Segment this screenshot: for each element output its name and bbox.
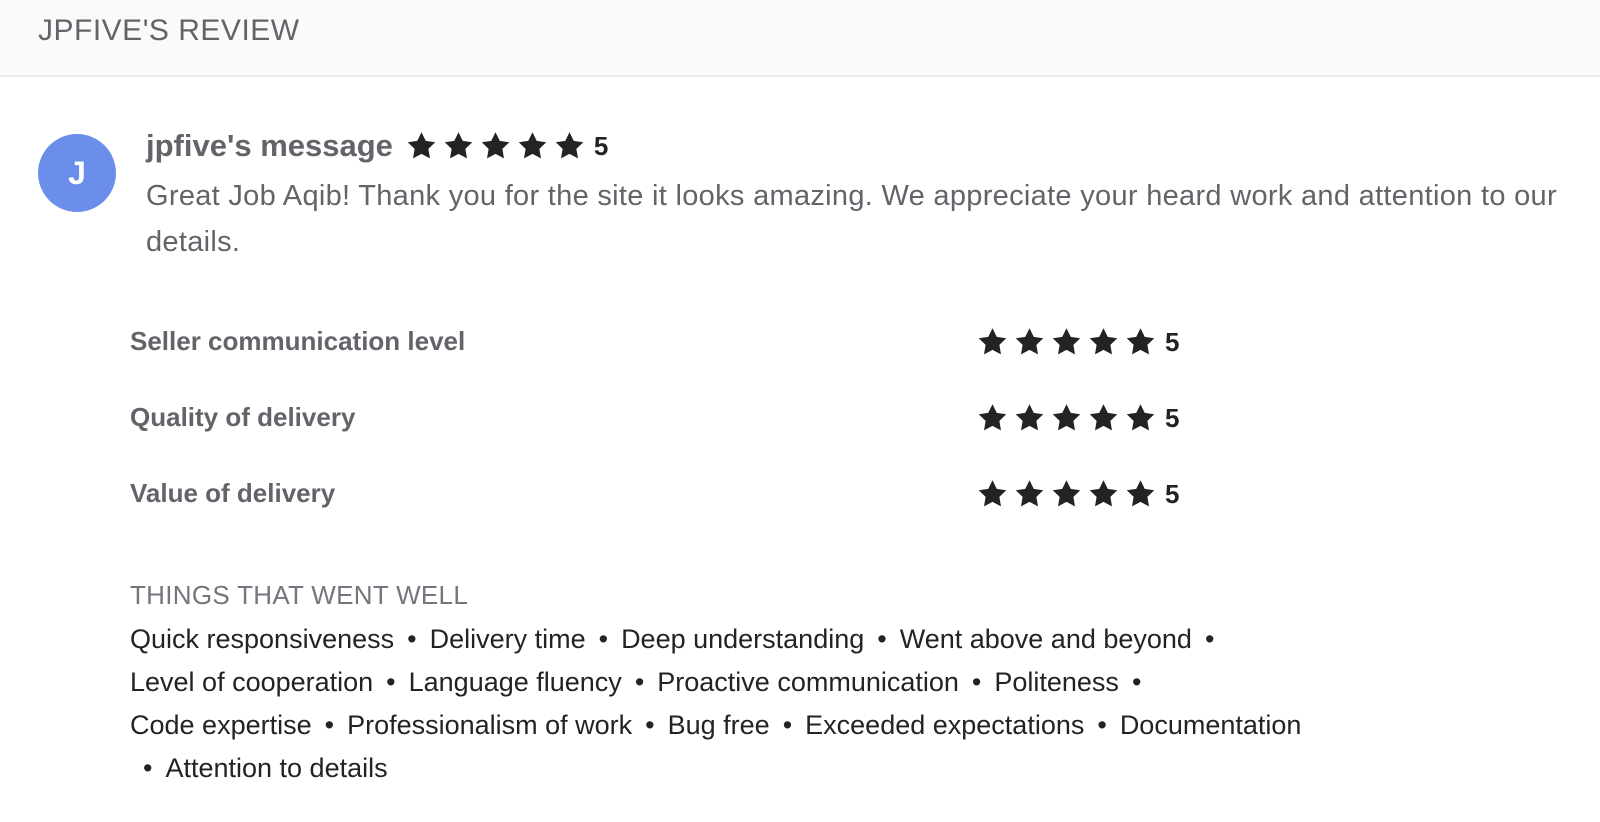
star-icon: [1052, 404, 1081, 431]
star-icon: [1089, 328, 1118, 355]
tag: Politeness: [994, 667, 1119, 697]
star-group: [976, 402, 1161, 434]
star-icon: [481, 132, 510, 159]
bullet-separator: •: [877, 624, 887, 654]
rating-score: 5: [1165, 326, 1180, 357]
rating-label: Seller communication level: [130, 326, 466, 356]
overall-score: 5: [593, 130, 609, 161]
rating-label: Quality of delivery: [130, 402, 356, 432]
things-went-well-title: THINGS THAT WENT WELL: [130, 580, 469, 610]
rating-label: Value of delivery: [130, 478, 336, 508]
star-icon: [1089, 480, 1118, 507]
tag: Went above and beyond: [899, 624, 1192, 654]
star-icon: [1126, 480, 1155, 507]
star-icon: [444, 132, 473, 159]
tag: Delivery time: [429, 624, 586, 654]
tag: Proactive communication: [657, 667, 959, 697]
star-icon: [407, 132, 436, 159]
review-header-title: JPFIVE'S REVIEW: [38, 14, 300, 47]
rating-score: 5: [1165, 478, 1180, 509]
bullet-separator: •: [324, 710, 335, 740]
rating-stars: 5: [976, 322, 1179, 362]
tag: Code expertise: [130, 710, 312, 740]
rating-row-quality: Quality of delivery 5: [130, 398, 1230, 438]
star-icon: [1089, 404, 1118, 431]
tag: Attention to details: [165, 753, 388, 783]
overall-stars: [405, 130, 590, 162]
star-icon: [1015, 480, 1044, 507]
bullet-separator: •: [598, 624, 609, 654]
star-group: [976, 478, 1161, 510]
message-header: jpfive's message 5: [146, 124, 608, 168]
rating-stars: 5: [976, 474, 1179, 514]
tag: Bug free: [667, 710, 770, 740]
bullet-separator: •: [143, 753, 153, 783]
star-icon: [518, 132, 547, 159]
star-icon: [1052, 328, 1081, 355]
message-title: jpfive's message: [146, 128, 393, 163]
tag: Deep understanding: [621, 624, 865, 654]
star-icon: [978, 480, 1007, 507]
rating-score: 5: [1165, 402, 1180, 433]
star-icon: [1015, 328, 1044, 355]
tag-line: Code expertise • Professionalism of work • B…: [130, 704, 1530, 747]
tag: Documentation: [1119, 710, 1302, 740]
star-icon: [1126, 404, 1155, 431]
rating-row-communication: Seller communication level 5: [130, 322, 1230, 362]
rating-stars: 5: [976, 398, 1179, 438]
bullet-separator: •: [645, 710, 655, 740]
star-icon: [978, 328, 1007, 355]
bullet-separator: •: [407, 624, 417, 654]
rating-row-value: Value of delivery 5: [130, 474, 1230, 514]
tag-line: • Attention to details: [130, 747, 1530, 790]
star-icon: [978, 404, 1007, 431]
star-icon: [555, 132, 584, 159]
review-header: JPFIVE'S REVIEW: [0, 0, 1600, 77]
tag-line: Level of cooperation • Language fluency • Pr…: [130, 661, 1530, 704]
things-went-well-tags: Quick responsiveness • Delivery time • Deep …: [130, 618, 1530, 790]
star-icon: [1052, 480, 1081, 507]
tag: Quick responsiveness: [130, 624, 395, 654]
bullet-separator: •: [1204, 624, 1215, 654]
bullet-separator: •: [634, 667, 645, 697]
bullet-separator: •: [1097, 710, 1107, 740]
bullet-separator: •: [782, 710, 793, 740]
tag: Level of cooperation: [130, 667, 374, 697]
bullet-separator: •: [971, 667, 982, 697]
avatar[interactable]: J: [38, 134, 116, 212]
tag: Language fluency: [408, 667, 622, 697]
bullet-separator: •: [386, 667, 396, 697]
star-icon: [1015, 404, 1044, 431]
star-icon: [1126, 328, 1155, 355]
review-message: Great Job Aqib! Thank you for the site i…: [146, 180, 1557, 258]
bullet-separator: •: [1131, 667, 1142, 697]
tag-line: Quick responsiveness • Delivery time • Deep …: [130, 618, 1530, 661]
tag: Professionalism of work: [347, 710, 633, 740]
tag: Exceeded expectations: [805, 710, 1085, 740]
star-group: [976, 326, 1161, 358]
